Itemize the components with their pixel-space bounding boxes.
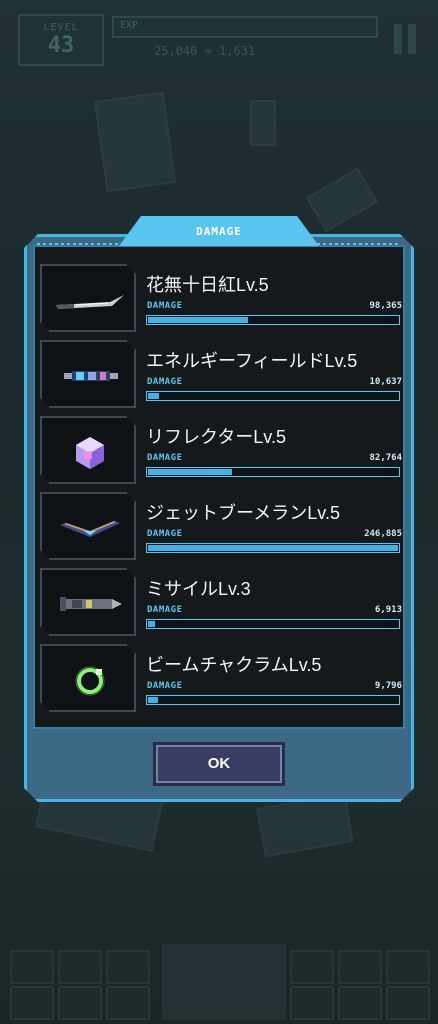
weapon-thumbnail [40, 644, 136, 712]
level-value: 43 [47, 33, 75, 58]
damage-label: DAMAGE [147, 529, 183, 539]
damage-bar-fill [148, 317, 248, 323]
pause-icon-bar [408, 24, 416, 54]
weapon-thumbnail [40, 492, 136, 560]
skill-slot [386, 950, 430, 984]
skill-bar [6, 944, 432, 1020]
weapon-row: エネルギーフィールドLv.5 DAMAGE 10,637 [40, 340, 402, 408]
damage-value: 9,796 [374, 681, 402, 691]
damage-bar-fill [148, 393, 160, 399]
damage-label: DAMAGE [147, 605, 183, 615]
weapon-name: ビームチャクラムLv.5 [146, 655, 322, 675]
damage-bar-fill [148, 621, 155, 627]
damage-bar-fill [148, 469, 232, 475]
skill-slot [58, 986, 102, 1020]
missile-icon [60, 597, 122, 611]
weapon-row: リフレクターLv.5 DAMAGE 82,764 [40, 416, 402, 484]
skill-slot [10, 986, 54, 1020]
damage-value: 82,764 [369, 453, 402, 463]
exp-label: EXP [120, 20, 139, 31]
exp-bar: EXP [112, 16, 378, 38]
damage-bar [146, 467, 400, 477]
dialog-title: DAMAGE [196, 225, 242, 238]
damage-value: 10,637 [369, 377, 402, 387]
skill-slot [106, 986, 150, 1020]
damage-label: DAMAGE [147, 377, 183, 387]
skill-slot [10, 950, 54, 984]
damage-bar [146, 543, 400, 553]
weapon-row: ジェットブーメランLv.5 DAMAGE 246,885 [40, 492, 402, 560]
damage-label: DAMAGE [147, 681, 183, 691]
dialog-title-tab: DAMAGE [119, 216, 319, 246]
hud-top: LEVEL 43 EXP 25,040 ≈ 1,631 [18, 14, 420, 66]
background-card [256, 792, 354, 858]
damage-value: 98,365 [369, 301, 402, 311]
weapon-thumbnail [40, 264, 136, 332]
skill-slot [386, 986, 430, 1020]
pause-icon [394, 24, 402, 54]
weapon-thumbnail [40, 416, 136, 484]
jet-boomerang-icon [60, 521, 120, 537]
damage-value: 6,913 [374, 605, 402, 615]
weapon-thumbnail [40, 340, 136, 408]
skill-slot [338, 986, 382, 1020]
background-card [93, 91, 177, 193]
weapon-row: ミサイルLv.3 DAMAGE 6,913 [40, 568, 402, 636]
damage-dialog: DAMAGE 花無十日紅Lv.5 DAMAGE 98,365 エネルギーフィール… [24, 216, 414, 802]
ok-button-label: OK [207, 755, 231, 772]
weapon-name: リフレクターLv.5 [146, 427, 286, 447]
damage-label: DAMAGE [147, 453, 183, 463]
character-portrait [162, 944, 286, 1020]
skill-slot [106, 950, 150, 984]
level-box: LEVEL 43 [18, 14, 104, 66]
ok-button[interactable]: OK [153, 742, 285, 786]
weapon-name: 花無十日紅Lv.5 [146, 275, 269, 295]
reflector-cube-icon [76, 437, 104, 469]
weapon-name: エネルギーフィールドLv.5 [146, 351, 358, 371]
katana-icon [56, 295, 124, 309]
pause-button[interactable] [394, 24, 420, 54]
background-item [250, 100, 276, 146]
weapon-row: ビームチャクラムLv.5 DAMAGE 9,796 [40, 644, 402, 712]
skill-slot [290, 986, 334, 1020]
weapon-thumbnail [40, 568, 136, 636]
weapon-name: ジェットブーメランLv.5 [146, 503, 340, 523]
skill-slot [58, 950, 102, 984]
skill-slot [290, 950, 334, 984]
damage-bar [146, 619, 400, 629]
damage-bar [146, 695, 400, 705]
level-label: LEVEL [43, 22, 79, 33]
beam-chakram-icon [75, 666, 105, 696]
damage-label: DAMAGE [147, 301, 183, 311]
damage-value: 246,885 [364, 529, 402, 539]
weapon-list: 花無十日紅Lv.5 DAMAGE 98,365 エネルギーフィールドLv.5 D… [40, 264, 402, 720]
damage-bar [146, 391, 400, 401]
damage-bar-fill [148, 545, 398, 551]
weapon-name: ミサイルLv.3 [146, 579, 251, 599]
damage-bar [146, 315, 400, 325]
skill-slot [338, 950, 382, 984]
weapon-row: 花無十日紅Lv.5 DAMAGE 98,365 [40, 264, 402, 332]
currency-text: 25,040 ≈ 1,631 [154, 44, 256, 58]
damage-bar-fill [148, 697, 158, 703]
energy-field-icon [64, 371, 118, 381]
